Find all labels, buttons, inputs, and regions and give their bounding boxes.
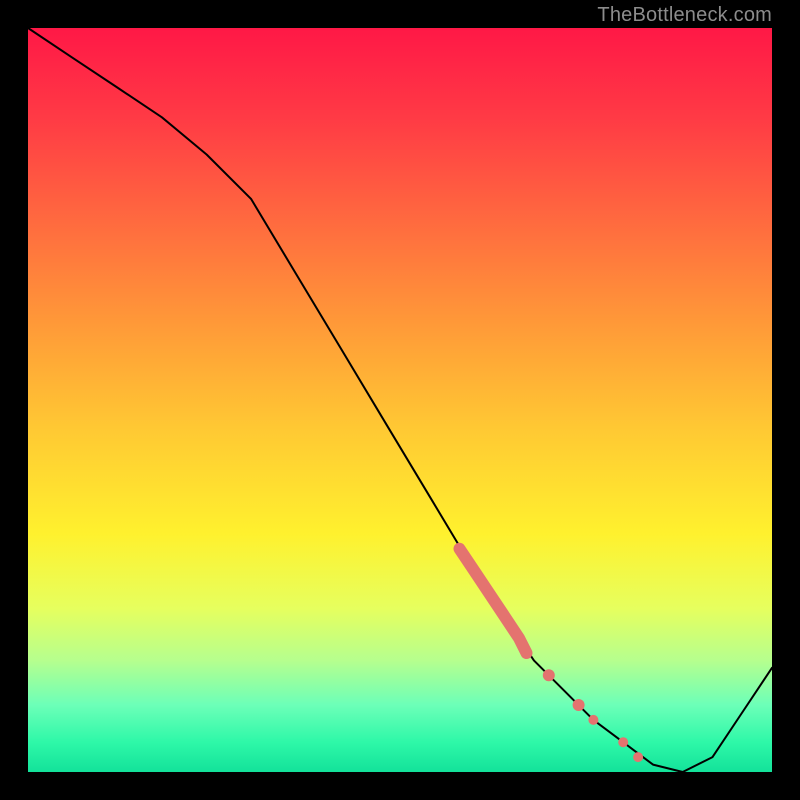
highlight-point bbox=[588, 715, 598, 725]
chart-overlay-svg bbox=[28, 28, 772, 772]
highlight-point bbox=[573, 699, 585, 711]
highlight-segment bbox=[460, 549, 527, 653]
bottleneck-curve bbox=[28, 28, 772, 772]
highlight-point bbox=[633, 752, 643, 762]
highlight-point bbox=[543, 669, 555, 681]
watermark-text: TheBottleneck.com bbox=[597, 4, 772, 27]
chart-frame: TheBottleneck.com bbox=[0, 0, 800, 800]
highlight-point bbox=[618, 737, 628, 747]
